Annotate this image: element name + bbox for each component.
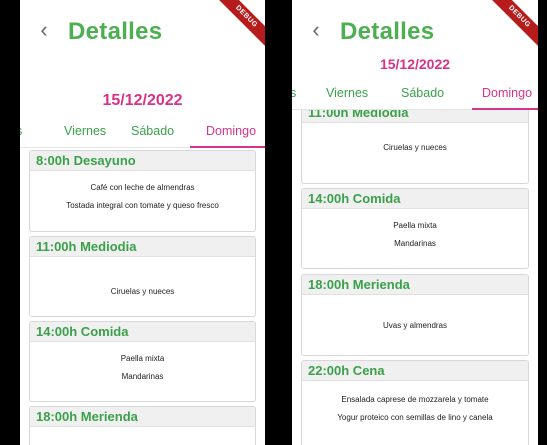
meal-item: Mandarinas: [394, 239, 436, 248]
tab-indicator: [190, 146, 265, 148]
meal-item: Ciruelas y nueces: [383, 143, 447, 152]
page-title: Detalles: [68, 18, 163, 45]
meal-header: 8:00h Desayuno: [30, 151, 255, 171]
meal-card: 18:00h Merienda Uvas y almendras: [301, 274, 529, 356]
date-label: 15/12/2022: [379, 56, 451, 72]
phone-screen-2: ‹ Detalles DEBUG 15/12/2022 s Viernes Sá…: [287, 0, 543, 445]
chevron-left-icon[interactable]: ‹: [306, 19, 326, 41]
meal-header: 18:00h Merienda: [30, 407, 255, 427]
meal-card: 14:00h Comida Paella mixta Mandarinas: [29, 321, 256, 402]
app-bar: ‹ Detalles DEBUG: [20, 0, 265, 60]
meal-list[interactable]: 11:00h Mediodia Ciruelas y nueces 14:00h…: [292, 110, 538, 445]
tab-domingo[interactable]: Domingo: [206, 124, 256, 138]
tab-domingo[interactable]: Domingo: [482, 86, 532, 100]
tab-sabado[interactable]: Sábado: [131, 124, 174, 138]
meal-item: Ciruelas y nueces: [110, 287, 175, 296]
meal-item: Uvas y almendras: [382, 321, 448, 330]
meal-item: Yogur proteico con semillas de lino y ca…: [337, 413, 493, 422]
tab-partial[interactable]: s: [292, 86, 296, 100]
meal-header: 18:00h Merienda: [302, 275, 528, 295]
meal-header: 11:00h Mediodia: [302, 110, 528, 123]
date-label: 15/12/2022: [102, 92, 183, 109]
debug-banner: DEBUG: [482, 0, 538, 54]
tab-partial[interactable]: s: [20, 124, 22, 138]
meal-header: 14:00h Comida: [302, 189, 528, 209]
meal-item: Paella mixta: [393, 221, 437, 230]
meal-header: 14:00h Comida: [30, 322, 255, 342]
day-tabs: s Viernes Sábado Domingo: [20, 118, 265, 148]
meal-item: Tostada integral con tomate y queso fres…: [66, 201, 219, 210]
meal-card: 11:00h Mediodia Ciruelas y nueces: [29, 236, 256, 317]
meal-item: Ensalada caprese de mozzarela y tomate: [341, 395, 489, 404]
day-tabs: s Viernes Sábado Domingo: [292, 80, 538, 110]
app-bar: ‹ Detalles DEBUG: [292, 0, 538, 60]
meal-item: Mandarinas: [121, 372, 164, 381]
chevron-left-icon[interactable]: ‹: [34, 19, 54, 41]
meal-item: Paella mixta: [120, 354, 165, 363]
meal-list[interactable]: 8:00h Desayuno Café con leche de almendr…: [20, 150, 265, 445]
meal-card: 14:00h Comida Paella mixta Mandarinas: [301, 188, 529, 269]
debug-banner: DEBUG: [209, 0, 265, 54]
meal-header: 11:00h Mediodia: [30, 237, 255, 257]
meal-card: 18:00h Merienda: [29, 406, 256, 445]
meal-card: 22:00h Cena Ensalada caprese de mozzarel…: [301, 360, 529, 445]
meal-item: Café con leche de almendras: [90, 183, 195, 192]
tab-sabado[interactable]: Sábado: [401, 86, 444, 100]
page-title: Detalles: [340, 18, 435, 45]
tab-viernes[interactable]: Viernes: [64, 124, 106, 138]
meal-card: 8:00h Desayuno Café con leche de almendr…: [29, 150, 256, 232]
phone-screen-1: ‹ Detalles DEBUG 15/12/2022 s Viernes Sá…: [15, 0, 270, 445]
tab-viernes[interactable]: Viernes: [326, 86, 368, 100]
meal-header: 22:00h Cena: [302, 361, 528, 381]
meal-card: 11:00h Mediodia Ciruelas y nueces: [301, 110, 529, 184]
